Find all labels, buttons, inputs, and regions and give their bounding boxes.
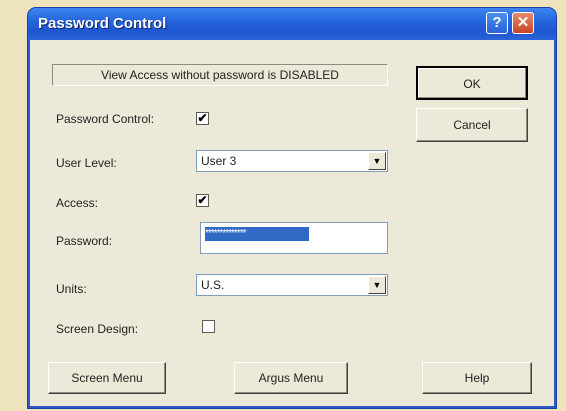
user-level-label: User Level: [56, 156, 117, 170]
access-status-text: View Access without password is DISABLED [52, 64, 388, 86]
units-label: Units: [56, 282, 87, 296]
password-control-dialog: Password Control ? ✕ View Access without… [28, 8, 556, 408]
screen-design-label: Screen Design: [56, 322, 139, 336]
user-level-select[interactable]: User 3 ▼ [196, 150, 388, 172]
help-icon[interactable]: ? [486, 12, 508, 34]
password-field[interactable]: ************** [200, 222, 388, 254]
password-control-checkbox[interactable]: ✔ [196, 112, 209, 125]
units-value: U.S. [201, 278, 225, 292]
close-icon[interactable]: ✕ [512, 12, 534, 34]
argus-menu-button[interactable]: Argus Menu [234, 362, 348, 394]
chevron-down-icon[interactable]: ▼ [368, 276, 386, 294]
ok-button[interactable]: OK [416, 66, 528, 100]
access-label: Access: [56, 196, 99, 210]
user-level-value: User 3 [201, 154, 237, 168]
window-title: Password Control [38, 15, 167, 32]
cancel-button[interactable]: Cancel [416, 108, 528, 142]
screen-design-checkbox[interactable] [202, 320, 215, 333]
password-control-label: Password Control: [56, 112, 155, 126]
chevron-down-icon[interactable]: ▼ [368, 152, 386, 170]
units-select[interactable]: U.S. ▼ [196, 274, 388, 296]
access-checkbox[interactable]: ✔ [196, 194, 209, 207]
help-button[interactable]: Help [422, 362, 532, 394]
password-value: ************** [205, 227, 309, 241]
password-label: Password: [56, 234, 113, 248]
title-bar[interactable]: Password Control ? ✕ [28, 8, 556, 40]
screen-menu-button[interactable]: Screen Menu [48, 362, 166, 394]
